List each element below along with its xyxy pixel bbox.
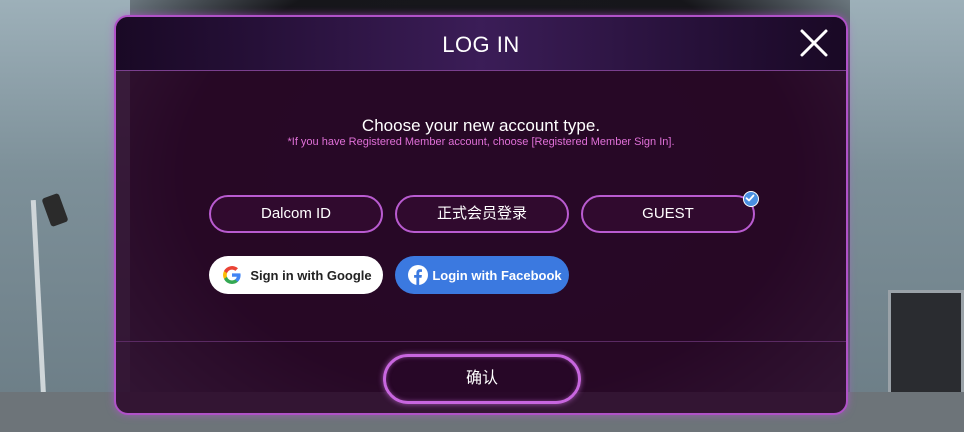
registered-member-note: *If you have Registered Member account, …	[287, 136, 675, 148]
footer-divider	[116, 341, 846, 342]
selected-badge	[743, 191, 759, 207]
check-icon	[745, 194, 755, 202]
account-option-label: 正式会员登录	[436, 205, 527, 222]
confirm-button[interactable]: 确认	[383, 354, 581, 404]
confirm-label: 确认	[465, 370, 498, 387]
account-option-dalcom-id[interactable]: Dalcom ID	[209, 195, 383, 233]
account-option-label: GUEST	[642, 205, 694, 222]
facebook-login-button[interactable]: Login with Facebook	[395, 256, 569, 294]
account-option-label: Dalcom ID	[260, 205, 331, 222]
background-chair	[888, 290, 964, 406]
google-sign-in-label: Sign in with Google	[250, 267, 372, 283]
google-sign-in-button[interactable]: Sign in with Google	[209, 256, 383, 294]
account-option-guest[interactable]: GUEST	[581, 191, 759, 233]
account-type-prompt: Choose your new account type.	[361, 116, 601, 135]
facebook-login-label: Login with Facebook	[432, 267, 562, 283]
account-option-registered-member[interactable]: 正式会员登录	[395, 195, 569, 233]
login-dialog: LOG IN Choose your new account type. *If…	[114, 15, 848, 415]
close-icon	[800, 29, 828, 57]
close-button[interactable]	[798, 27, 830, 59]
dialog-title: LOG IN	[442, 32, 520, 57]
dialog-header: LOG IN	[116, 17, 846, 71]
